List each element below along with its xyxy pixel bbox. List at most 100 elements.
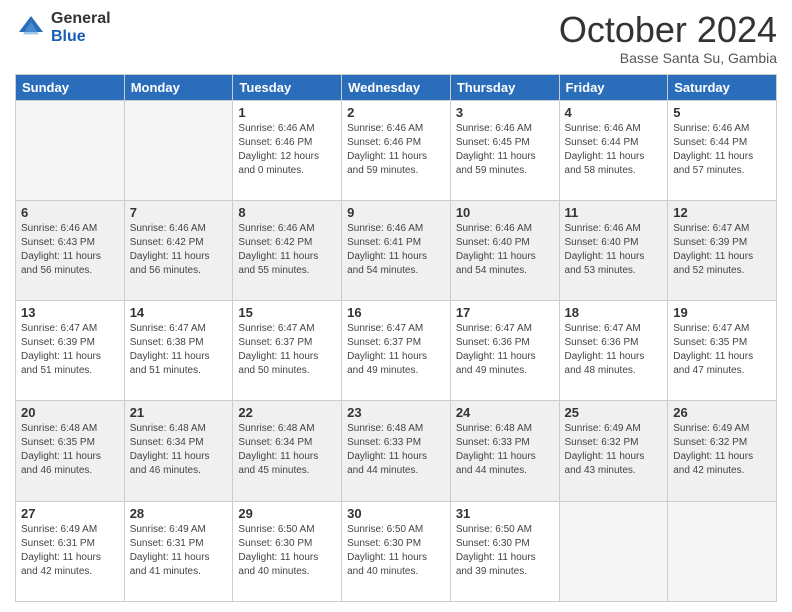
day-number: 30 (347, 506, 445, 521)
calendar-day-cell (559, 501, 668, 601)
day-number: 5 (673, 105, 771, 120)
day-info: Sunrise: 6:46 AM Sunset: 6:45 PM Dayligh… (456, 122, 554, 178)
header-thursday: Thursday (450, 74, 559, 100)
day-info: Sunrise: 6:50 AM Sunset: 6:30 PM Dayligh… (456, 523, 554, 579)
calendar-week-row: 6Sunrise: 6:46 AM Sunset: 6:43 PM Daylig… (16, 200, 777, 300)
day-info: Sunrise: 6:46 AM Sunset: 6:40 PM Dayligh… (565, 222, 663, 278)
day-info: Sunrise: 6:48 AM Sunset: 6:35 PM Dayligh… (21, 422, 119, 478)
logo: General Blue (15, 10, 111, 45)
day-info: Sunrise: 6:47 AM Sunset: 6:39 PM Dayligh… (673, 222, 771, 278)
day-info: Sunrise: 6:47 AM Sunset: 6:37 PM Dayligh… (347, 322, 445, 378)
day-number: 15 (238, 305, 336, 320)
header-saturday: Saturday (668, 74, 777, 100)
day-info: Sunrise: 6:48 AM Sunset: 6:34 PM Dayligh… (130, 422, 228, 478)
day-info: Sunrise: 6:46 AM Sunset: 6:46 PM Dayligh… (238, 122, 336, 178)
day-number: 4 (565, 105, 663, 120)
day-number: 11 (565, 205, 663, 220)
day-number: 2 (347, 105, 445, 120)
calendar-day-cell: 14 Sunrise: 6:47 AM Sunset: 6:38 PM Dayli… (124, 301, 233, 401)
day-info: Sunrise: 6:46 AM Sunset: 6:42 PM Dayligh… (130, 222, 228, 278)
day-info: Sunrise: 6:46 AM Sunset: 6:46 PM Dayligh… (347, 122, 445, 178)
day-number: 7 (130, 205, 228, 220)
calendar-day-cell: 25 Sunrise: 6:49 AM Sunset: 6:32 PM Dayli… (559, 401, 668, 501)
day-number: 20 (21, 405, 119, 420)
day-number: 3 (456, 105, 554, 120)
calendar-day-cell: 11 Sunrise: 6:46 AM Sunset: 6:40 PM Dayli… (559, 200, 668, 300)
day-number: 23 (347, 405, 445, 420)
logo-icon (15, 12, 47, 44)
calendar-day-cell: 4 Sunrise: 6:46 AM Sunset: 6:44 PM Daylig… (559, 100, 668, 200)
header: General Blue October 2024 Basse Santa Su… (15, 10, 777, 66)
day-number: 31 (456, 506, 554, 521)
calendar-day-cell: 28 Sunrise: 6:49 AM Sunset: 6:31 PM Dayli… (124, 501, 233, 601)
day-info: Sunrise: 6:47 AM Sunset: 6:36 PM Dayligh… (565, 322, 663, 378)
day-number: 25 (565, 405, 663, 420)
day-info: Sunrise: 6:47 AM Sunset: 6:36 PM Dayligh… (456, 322, 554, 378)
day-number: 1 (238, 105, 336, 120)
calendar-day-cell: 24Sunrise: 6:48 AM Sunset: 6:33 PM Dayli… (450, 401, 559, 501)
day-info: Sunrise: 6:48 AM Sunset: 6:34 PM Dayligh… (238, 422, 336, 478)
calendar-day-cell: 2 Sunrise: 6:46 AM Sunset: 6:46 PM Daylig… (342, 100, 451, 200)
day-info: Sunrise: 6:46 AM Sunset: 6:40 PM Dayligh… (456, 222, 554, 278)
calendar-day-cell: 19Sunrise: 6:47 AM Sunset: 6:35 PM Dayli… (668, 301, 777, 401)
day-info: Sunrise: 6:50 AM Sunset: 6:30 PM Dayligh… (238, 523, 336, 579)
day-info: Sunrise: 6:47 AM Sunset: 6:39 PM Dayligh… (21, 322, 119, 378)
day-number: 6 (21, 205, 119, 220)
calendar-table: Sunday Monday Tuesday Wednesday Thursday… (15, 74, 777, 602)
header-tuesday: Tuesday (233, 74, 342, 100)
day-info: Sunrise: 6:46 AM Sunset: 6:41 PM Dayligh… (347, 222, 445, 278)
header-monday: Monday (124, 74, 233, 100)
calendar-day-cell: 9Sunrise: 6:46 AM Sunset: 6:41 PM Daylig… (342, 200, 451, 300)
day-number: 26 (673, 405, 771, 420)
day-number: 14 (130, 305, 228, 320)
calendar-day-cell: 27Sunrise: 6:49 AM Sunset: 6:31 PM Dayli… (16, 501, 125, 601)
header-wednesday: Wednesday (342, 74, 451, 100)
day-number: 12 (673, 205, 771, 220)
day-info: Sunrise: 6:46 AM Sunset: 6:44 PM Dayligh… (673, 122, 771, 178)
logo-general-text: General (51, 10, 111, 28)
day-number: 17 (456, 305, 554, 320)
calendar-day-cell: 1 Sunrise: 6:46 AM Sunset: 6:46 PM Daylig… (233, 100, 342, 200)
day-info: Sunrise: 6:47 AM Sunset: 6:37 PM Dayligh… (238, 322, 336, 378)
logo-blue-text: Blue (51, 28, 111, 46)
day-number: 29 (238, 506, 336, 521)
day-info: Sunrise: 6:49 AM Sunset: 6:31 PM Dayligh… (130, 523, 228, 579)
header-friday: Friday (559, 74, 668, 100)
day-info: Sunrise: 6:46 AM Sunset: 6:44 PM Dayligh… (565, 122, 663, 178)
calendar-week-row: 20 Sunrise: 6:48 AM Sunset: 6:35 PM Dayli… (16, 401, 777, 501)
day-number: 24 (456, 405, 554, 420)
calendar-day-cell: 16 Sunrise: 6:47 AM Sunset: 6:37 PM Dayli… (342, 301, 451, 401)
day-number: 13 (21, 305, 119, 320)
calendar-day-cell: 10 Sunrise: 6:46 AM Sunset: 6:40 PM Dayli… (450, 200, 559, 300)
day-info: Sunrise: 6:48 AM Sunset: 6:33 PM Dayligh… (347, 422, 445, 478)
calendar-day-cell: 21 Sunrise: 6:48 AM Sunset: 6:34 PM Dayli… (124, 401, 233, 501)
page: General Blue October 2024 Basse Santa Su… (0, 0, 792, 612)
title-area: October 2024 Basse Santa Su, Gambia (559, 10, 777, 66)
calendar-day-cell (668, 501, 777, 601)
day-number: 16 (347, 305, 445, 320)
day-info: Sunrise: 6:49 AM Sunset: 6:32 PM Dayligh… (673, 422, 771, 478)
calendar-day-cell: 23 Sunrise: 6:48 AM Sunset: 6:33 PM Dayli… (342, 401, 451, 501)
header-sunday: Sunday (16, 74, 125, 100)
day-number: 18 (565, 305, 663, 320)
calendar-day-cell (124, 100, 233, 200)
day-number: 10 (456, 205, 554, 220)
day-info: Sunrise: 6:47 AM Sunset: 6:38 PM Dayligh… (130, 322, 228, 378)
calendar-day-cell: 15 Sunrise: 6:47 AM Sunset: 6:37 PM Dayli… (233, 301, 342, 401)
day-info: Sunrise: 6:49 AM Sunset: 6:32 PM Dayligh… (565, 422, 663, 478)
calendar-day-cell: 8 Sunrise: 6:46 AM Sunset: 6:42 PM Daylig… (233, 200, 342, 300)
calendar-week-row: 13 Sunrise: 6:47 AM Sunset: 6:39 PM Dayli… (16, 301, 777, 401)
logo-text: General Blue (51, 10, 111, 45)
day-info: Sunrise: 6:46 AM Sunset: 6:42 PM Dayligh… (238, 222, 336, 278)
calendar-day-cell: 5 Sunrise: 6:46 AM Sunset: 6:44 PM Daylig… (668, 100, 777, 200)
weekday-header-row: Sunday Monday Tuesday Wednesday Thursday… (16, 74, 777, 100)
month-title: October 2024 (559, 10, 777, 50)
day-number: 21 (130, 405, 228, 420)
calendar-day-cell: 31 Sunrise: 6:50 AM Sunset: 6:30 PM Dayli… (450, 501, 559, 601)
day-number: 8 (238, 205, 336, 220)
location-subtitle: Basse Santa Su, Gambia (559, 50, 777, 66)
day-info: Sunrise: 6:49 AM Sunset: 6:31 PM Dayligh… (21, 523, 119, 579)
day-number: 28 (130, 506, 228, 521)
calendar-day-cell: 30Sunrise: 6:50 AM Sunset: 6:30 PM Dayli… (342, 501, 451, 601)
calendar-day-cell: 22Sunrise: 6:48 AM Sunset: 6:34 PM Dayli… (233, 401, 342, 501)
